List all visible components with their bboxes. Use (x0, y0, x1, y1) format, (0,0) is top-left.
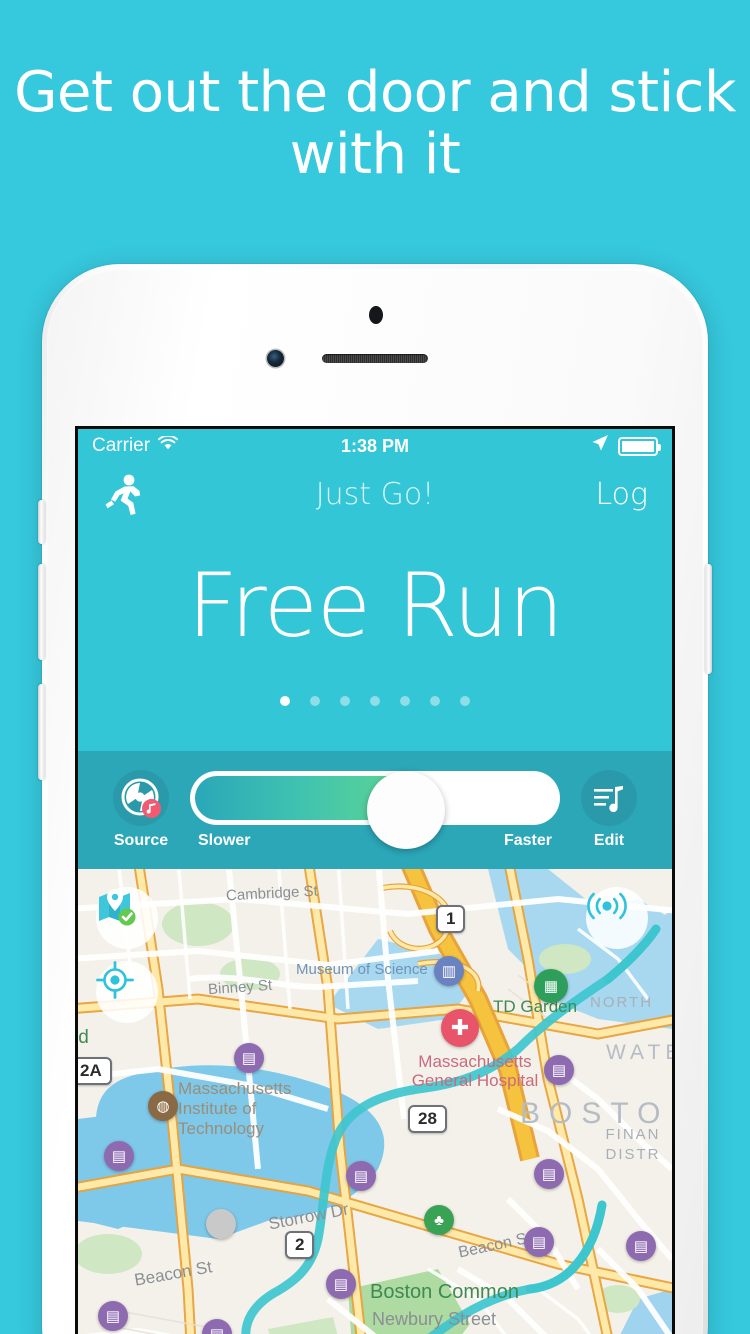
poi-subway-station[interactable]: ▤ (326, 1269, 356, 1299)
poi-subway-station[interactable]: ▤ (524, 1227, 554, 1257)
front-camera-icon (267, 350, 284, 367)
poi-boston-common[interactable]: ♣ (424, 1205, 454, 1235)
nav-title: Just Go! (315, 476, 435, 512)
page-dot[interactable] (460, 696, 470, 706)
poi-museum[interactable]: ▥ (434, 956, 464, 986)
status-bar-right (591, 434, 661, 458)
page-dot[interactable] (430, 696, 440, 706)
poi-hospital[interactable]: ✚ (441, 1009, 479, 1047)
battery-icon (618, 436, 661, 456)
phone-device: Carrier 1:38 PM Just Go! Log Free Run So… (38, 264, 712, 1334)
silent-switch[interactable] (38, 500, 45, 544)
source-label: Source (113, 832, 169, 849)
screen-bezel: Carrier 1:38 PM Just Go! Log Free Run So… (75, 426, 675, 1334)
nav-bar: Just Go! Log (78, 463, 672, 525)
page-dot[interactable] (280, 696, 290, 706)
app-screen: Carrier 1:38 PM Just Go! Log Free Run So… (78, 429, 672, 1334)
volume-up-button[interactable] (38, 564, 45, 660)
poi-subway-station[interactable]: ▤ (626, 1231, 656, 1261)
marketing-headline: Get out the door and stick with it (14, 60, 736, 187)
location-arrow-icon (591, 434, 609, 458)
carrier-label: Carrier (92, 435, 151, 456)
poi-subway-station[interactable]: ▤ (234, 1043, 264, 1073)
edit-control[interactable]: Edit (566, 770, 652, 850)
route-shield-28: 28 (408, 1105, 447, 1133)
source-control[interactable]: Source (98, 770, 184, 850)
page-indicator[interactable] (280, 696, 470, 706)
running-man-icon[interactable] (102, 472, 144, 516)
pace-slider[interactable]: Slower Faster (184, 770, 566, 850)
locate-me-icon[interactable] (96, 961, 158, 1023)
route-shield-2: 2 (285, 1231, 315, 1259)
map-view[interactable]: Cambridge St Binney St Museum of Science… (78, 869, 672, 1334)
control-bar: Source Slower Faster Edit (78, 751, 672, 869)
broadcast-icon[interactable] (586, 887, 648, 949)
hero-section: Free Run (78, 525, 672, 751)
status-bar: Carrier 1:38 PM (78, 429, 672, 463)
workout-title: Free Run (187, 554, 563, 657)
poi-subway-station[interactable]: ▤ (98, 1301, 128, 1331)
volume-down-button[interactable] (38, 684, 45, 780)
music-disc-icon[interactable] (113, 770, 169, 826)
wifi-icon (158, 434, 179, 457)
poi-university[interactable]: ◍ (148, 1091, 178, 1121)
status-bar-left: Carrier (92, 434, 179, 457)
edit-label: Edit (593, 832, 625, 849)
playlist-note-icon[interactable] (581, 770, 637, 826)
route-shield-1: 1 (436, 905, 466, 933)
page-dot[interactable] (370, 696, 380, 706)
route-shield-2a: 2A (78, 1057, 112, 1085)
poi-td-garden[interactable]: ▦ (534, 969, 568, 1003)
poi-subway-station[interactable]: ▤ (346, 1161, 376, 1191)
earpiece-speaker (322, 354, 428, 363)
poi-subway-station[interactable]: ▤ (534, 1159, 564, 1189)
poi-subway-station[interactable]: ▤ (104, 1141, 134, 1171)
map-layers-icon[interactable] (96, 887, 158, 949)
page-dot[interactable] (340, 696, 350, 706)
page-dot[interactable] (400, 696, 410, 706)
slider-min-label: Slower (198, 831, 251, 849)
slider-knob[interactable] (366, 771, 445, 849)
log-button[interactable]: Log (595, 477, 648, 512)
power-button[interactable] (705, 564, 712, 674)
poi-generic[interactable] (206, 1209, 236, 1239)
proximity-sensor-icon (369, 306, 383, 324)
poi-subway-station[interactable]: ▤ (544, 1055, 574, 1085)
page-dot[interactable] (310, 696, 320, 706)
slider-max-label: Faster (503, 831, 552, 849)
